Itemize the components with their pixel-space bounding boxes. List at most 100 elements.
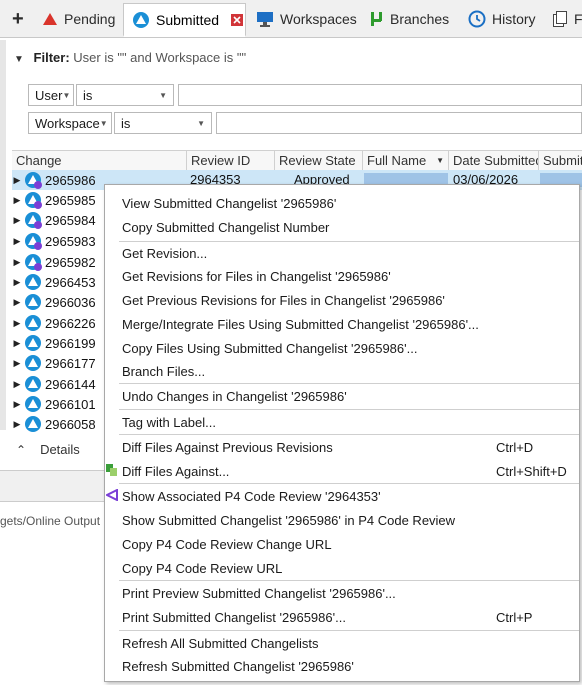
- pending-triangle-icon: [42, 12, 58, 26]
- submitted-changelist-icon: [24, 375, 42, 393]
- filter-operator-value: is: [83, 87, 93, 103]
- filter-value-input-2[interactable]: [216, 112, 582, 134]
- table-row[interactable]: ▶ 2966144: [12, 374, 104, 394]
- column-header-change[interactable]: Change: [12, 151, 187, 171]
- column-header-review-id[interactable]: Review ID: [187, 151, 275, 171]
- table-header: Change Review ID Review State Full Name …: [12, 150, 582, 172]
- left-splitter[interactable]: [0, 40, 6, 430]
- table-row[interactable]: ▶ 2966058: [12, 414, 104, 434]
- expand-arrow-icon[interactable]: ▶: [12, 419, 22, 430]
- menu-item-tag-with-label[interactable]: Tag with Label...: [105, 410, 579, 434]
- table-row[interactable]: ▶ 2965984: [12, 210, 104, 230]
- expand-arrow-icon[interactable]: ▶: [12, 236, 22, 247]
- tab-pending[interactable]: Pending: [34, 3, 122, 35]
- filter-field-select-1[interactable]: User ▼: [28, 84, 74, 106]
- tab-branches[interactable]: Branches: [360, 3, 458, 35]
- tab-add[interactable]: +: [8, 3, 34, 35]
- close-icon[interactable]: [231, 13, 244, 26]
- tab-files-label: F: [574, 11, 582, 27]
- table-row[interactable]: ▶ 2966199: [12, 333, 104, 353]
- table-row[interactable]: ▶ 2966453: [12, 272, 104, 292]
- tab-submitted[interactable]: Submitted: [123, 3, 246, 37]
- menu-item-refresh-changelist[interactable]: Refresh Submitted Changelist '2965986': [105, 654, 579, 678]
- filter-header[interactable]: ▼ Filter: User is "" and Workspace is "": [14, 50, 246, 65]
- menu-item-view-changelist[interactable]: View Submitted Changelist '2965986': [105, 191, 579, 215]
- table-row[interactable]: ▶ 2965982: [12, 252, 104, 272]
- menu-item-show-associated-review[interactable]: Show Associated P4 Code Review '2964353': [104, 484, 579, 508]
- change-number: 2966058: [45, 416, 96, 432]
- menu-item-label: Get Revision...: [122, 245, 208, 261]
- table-row[interactable]: ▶ 2966036: [12, 292, 104, 312]
- menu-item-print-preview[interactable]: Print Preview Submitted Changelist '2965…: [105, 581, 579, 605]
- workspace-monitor-icon: [256, 11, 274, 27]
- tab-workspaces[interactable]: Workspaces: [248, 3, 357, 35]
- menu-item-shortcut: Ctrl+P: [496, 609, 533, 625]
- filter-summary: User is "" and Workspace is "": [73, 50, 247, 65]
- menu-item-label: Undo Changes in Changelist '2965986': [122, 388, 347, 404]
- expand-arrow-icon[interactable]: ▶: [12, 215, 22, 226]
- menu-item-show-in-code-review[interactable]: Show Submitted Changelist '2965986' in P…: [105, 508, 579, 532]
- menu-item-label: Show Associated P4 Code Review '2964353': [122, 488, 381, 504]
- tab-history[interactable]: History: [460, 3, 544, 35]
- menu-item-copy-changelist-number[interactable]: Copy Submitted Changelist Number: [105, 215, 579, 239]
- tab-history-label: History: [492, 11, 536, 27]
- submitted-changelist-icon: [24, 191, 42, 209]
- table-row[interactable]: ▶ 2965985: [12, 190, 104, 210]
- change-number: 2966036: [45, 294, 96, 310]
- column-header-submit[interactable]: Submit: [539, 151, 582, 171]
- expand-arrow-icon[interactable]: ▶: [12, 195, 22, 206]
- menu-item-copy-review-url[interactable]: Copy P4 Code Review URL: [105, 556, 579, 580]
- menu-item-copy-change-url[interactable]: Copy P4 Code Review Change URL: [105, 532, 579, 556]
- menu-item-label: Get Revisions for Files in Changelist '2…: [122, 268, 391, 284]
- expand-arrow-icon[interactable]: ▶: [12, 257, 22, 268]
- menu-item-refresh-all[interactable]: Refresh All Submitted Changelists: [105, 631, 579, 655]
- filter-operator-select-1[interactable]: is ▼: [76, 84, 174, 106]
- expand-arrow-icon[interactable]: ▶: [12, 399, 22, 410]
- expand-arrow-icon[interactable]: ▶: [12, 358, 22, 369]
- filter-value-input-1[interactable]: [178, 84, 582, 106]
- filter-operator-select-2[interactable]: is ▼: [114, 112, 212, 134]
- expand-arrow-icon[interactable]: ▶: [12, 379, 22, 390]
- tab-submitted-label: Submitted: [156, 11, 220, 28]
- menu-item-diff-previous[interactable]: Diff Files Against Previous Revisions Ctr…: [105, 435, 579, 459]
- menu-item-label: View Submitted Changelist '2965986': [122, 195, 337, 211]
- menu-item-diff-against[interactable]: Diff Files Against... Ctrl+Shift+D: [105, 459, 579, 483]
- table-row[interactable]: ▶ 2966101: [12, 394, 104, 414]
- submitted-icon: [132, 11, 150, 29]
- menu-item-undo-changes[interactable]: Undo Changes in Changelist '2965986': [105, 384, 579, 408]
- column-header-full-name[interactable]: Full Name ▼: [363, 151, 449, 171]
- table-row[interactable]: ▶ 2965983: [12, 231, 104, 251]
- change-number: 2966453: [45, 274, 96, 290]
- expand-arrow-icon[interactable]: ▶: [12, 175, 22, 186]
- expand-arrow-icon[interactable]: ▶: [12, 338, 22, 349]
- change-number: 2966226: [45, 315, 96, 331]
- menu-item-label: Get Previous Revisions for Files in Chan…: [122, 292, 445, 308]
- expand-arrow-icon[interactable]: ▶: [12, 297, 22, 308]
- menu-item-get-revisions-files[interactable]: Get Revisions for Files in Changelist '2…: [105, 264, 579, 288]
- filter-field-select-2[interactable]: Workspace ▼: [28, 112, 112, 134]
- diff-icon: [106, 464, 118, 479]
- menu-item-copy-files[interactable]: Copy Files Using Submitted Changelist '2…: [105, 336, 579, 360]
- menu-item-label: Copy Submitted Changelist Number: [122, 219, 330, 235]
- menu-item-label: Tag with Label...: [122, 414, 216, 430]
- menu-item-label: Print Submitted Changelist '2965986'...: [122, 609, 346, 625]
- menu-item-branch-files[interactable]: Branch Files...: [105, 359, 579, 383]
- menu-item-label: Print Preview Submitted Changelist '2965…: [122, 585, 396, 601]
- files-icon: [552, 10, 568, 28]
- table-row[interactable]: ▶ 2966226: [12, 313, 104, 333]
- column-header-date-submitted[interactable]: Date Submitted: [449, 151, 539, 171]
- history-clock-icon: [468, 10, 486, 28]
- filter-field-value: Workspace: [35, 115, 100, 131]
- expand-arrow-icon[interactable]: ▶: [12, 318, 22, 329]
- tab-files[interactable]: F: [544, 3, 582, 35]
- table-row[interactable]: ▶ 2966177: [12, 353, 104, 373]
- menu-item-get-previous-revisions[interactable]: Get Previous Revisions for Files in Chan…: [105, 288, 579, 312]
- submitted-changelist-icon: [24, 293, 42, 311]
- menu-item-print[interactable]: Print Submitted Changelist '2965986'... C…: [105, 605, 579, 629]
- submitted-changelist-icon: [24, 253, 42, 271]
- expand-arrow-icon[interactable]: ▶: [12, 277, 22, 288]
- column-header-review-state[interactable]: Review State: [275, 151, 363, 171]
- menu-item-merge-integrate[interactable]: Merge/Integrate Files Using Submitted Ch…: [105, 312, 579, 336]
- details-tab[interactable]: ⌃ Details: [12, 437, 104, 462]
- menu-item-get-revision[interactable]: Get Revision...: [105, 241, 579, 265]
